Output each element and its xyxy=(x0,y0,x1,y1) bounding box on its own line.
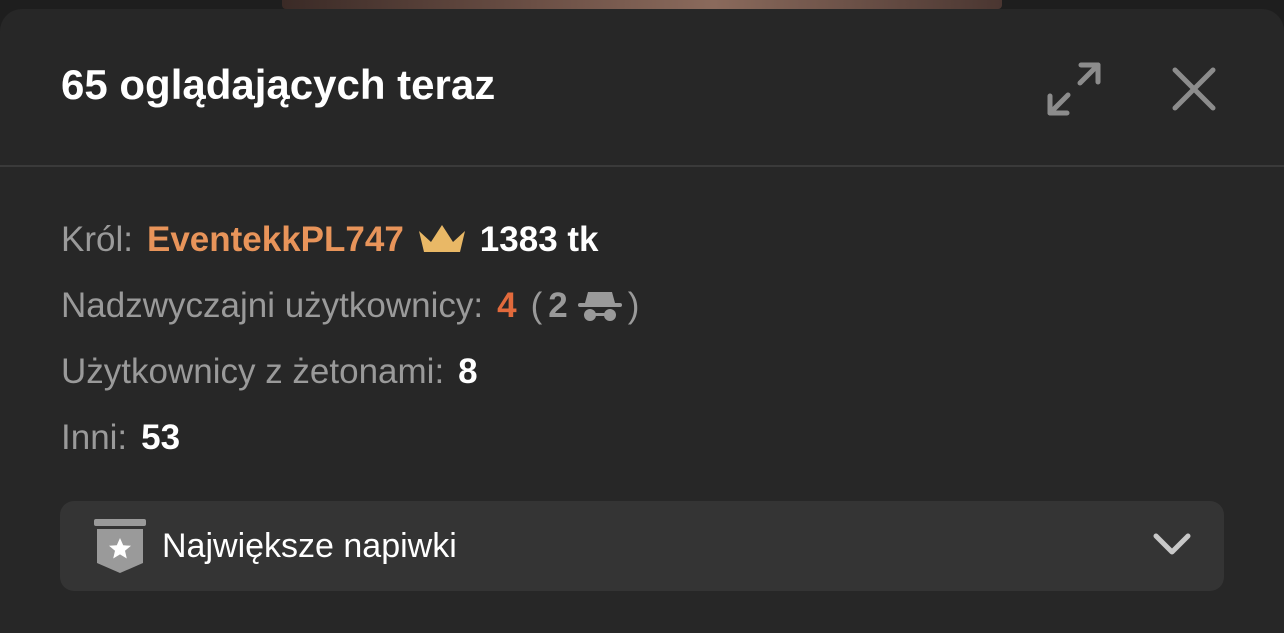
close-button[interactable] xyxy=(1164,59,1224,119)
close-paren: ) xyxy=(627,286,640,325)
token-users-row: Użytkownicy z żetonami: 8 xyxy=(61,339,639,405)
token-users-count: 8 xyxy=(458,352,478,391)
others-row: Inni: 53 xyxy=(61,405,639,471)
extraordinary-users-label: Nadzwyczajni użytkownicy: xyxy=(61,286,484,325)
panel-header: 65 oglądających teraz xyxy=(0,9,1284,167)
others-label: Inni: xyxy=(61,418,128,457)
expand-button[interactable] xyxy=(1044,59,1104,119)
viewer-stats: Król: EventekkPL747 1383 tk Nadzwyczajni… xyxy=(61,207,639,471)
top-tips-label: Największe napiwki xyxy=(162,527,457,565)
extraordinary-users-row: Nadzwyczajni użytkownicy: 4 ( 2 ) xyxy=(61,273,639,339)
star-badge-icon xyxy=(94,519,146,578)
others-count: 53 xyxy=(141,418,181,457)
token-users-label: Użytkownicy z żetonami: xyxy=(61,352,445,391)
king-tokens: 1383 tk xyxy=(479,220,599,259)
king-label: Król: xyxy=(61,220,133,259)
crown-icon xyxy=(416,222,468,258)
incognito-icon xyxy=(576,288,624,324)
video-preview-edge xyxy=(282,0,1002,9)
expand-icon xyxy=(1047,62,1101,116)
king-row: Król: EventekkPL747 1383 tk xyxy=(61,207,639,273)
hidden-users-count: 2 xyxy=(548,286,568,325)
open-paren: ( xyxy=(530,286,543,325)
panel-title: 65 oglądających teraz xyxy=(61,61,496,108)
king-username[interactable]: EventekkPL747 xyxy=(147,215,404,265)
chevron-down-icon xyxy=(1152,531,1192,562)
top-tips-dropdown[interactable]: Największe napiwki xyxy=(60,501,1224,591)
close-icon xyxy=(1172,67,1216,111)
viewers-panel: 65 oglądających teraz Król: EventekkPL74… xyxy=(0,9,1284,633)
extraordinary-users-count: 4 xyxy=(497,286,517,325)
